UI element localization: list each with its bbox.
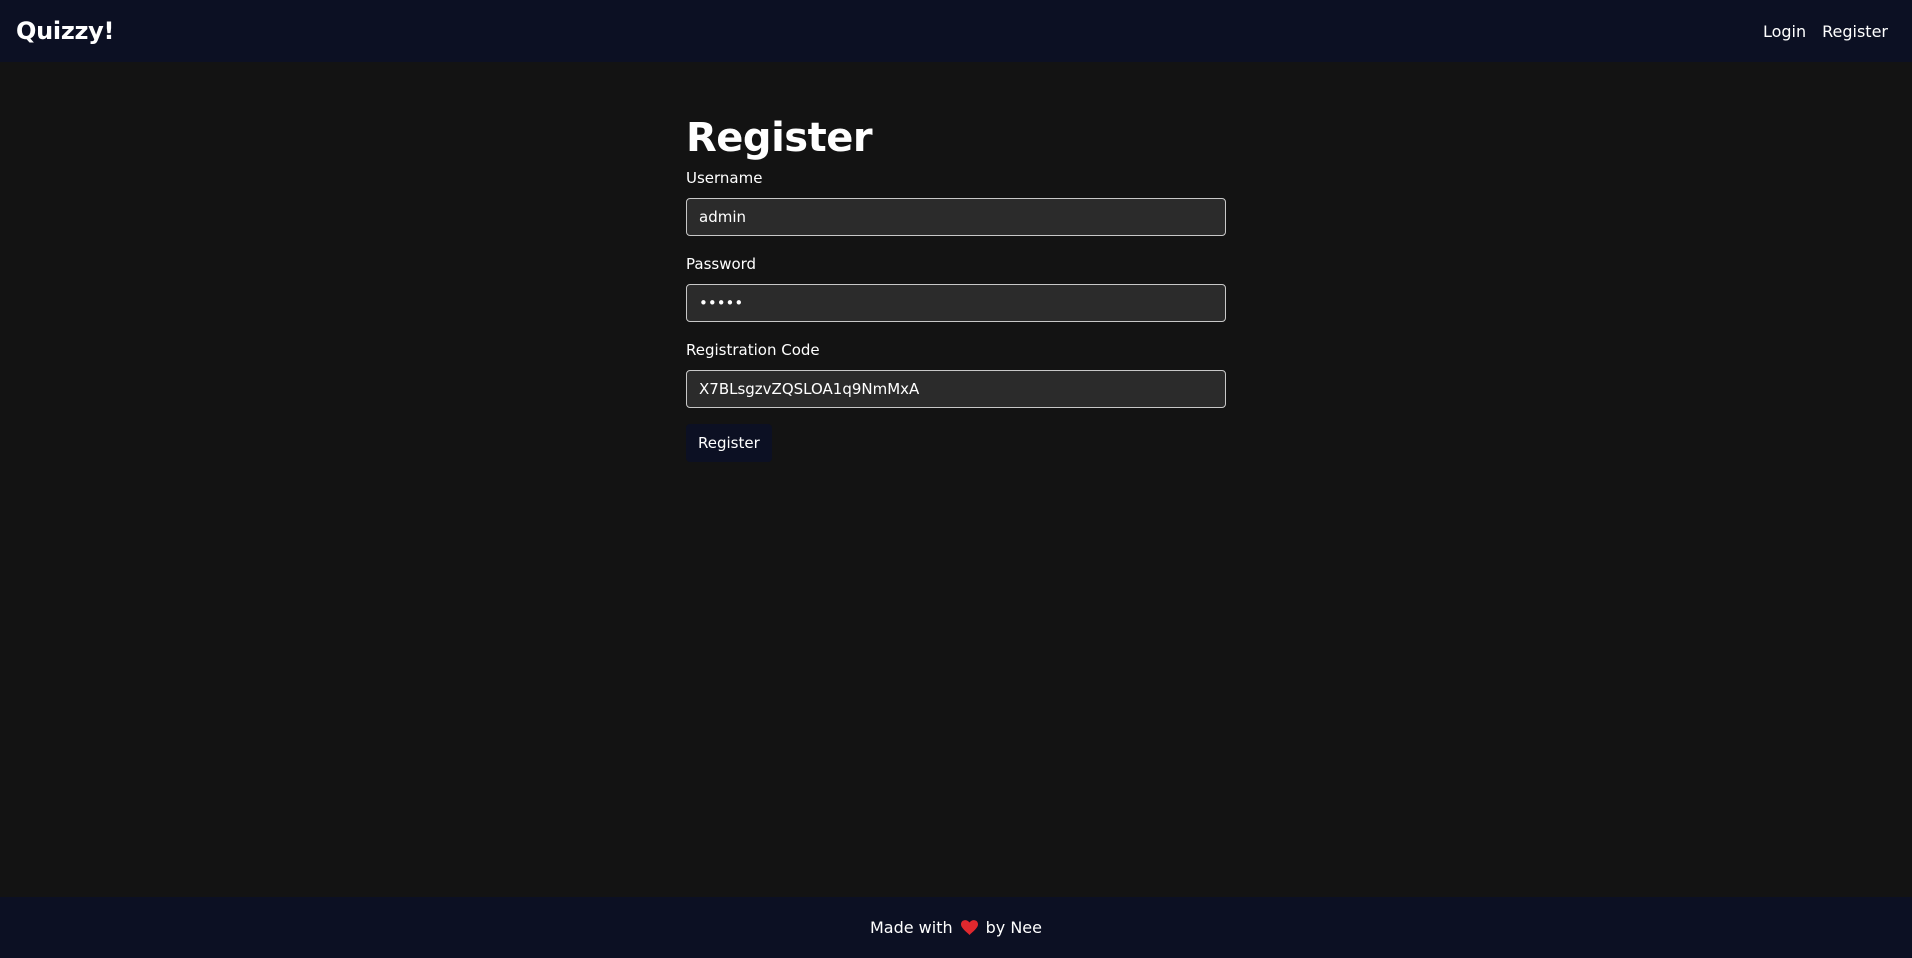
heart-icon: [960, 920, 978, 935]
password-input[interactable]: [686, 284, 1226, 322]
footer: Made with by Nee: [0, 897, 1912, 958]
username-input[interactable]: [686, 198, 1226, 236]
top-navbar: Quizzy! Login Register: [0, 0, 1912, 62]
page-title: Register: [686, 115, 873, 161]
register-form: Register Username Password Registration …: [686, 112, 1226, 462]
register-button[interactable]: Register: [686, 424, 772, 462]
nav-register-link[interactable]: Register: [1822, 22, 1888, 41]
footer-author-text: by Nee: [985, 918, 1042, 937]
password-label: Password: [686, 255, 757, 273]
footer-made-with-text: Made with: [869, 918, 953, 937]
nav-links: Login Register: [1763, 22, 1888, 41]
nav-login-link[interactable]: Login: [1763, 22, 1806, 41]
main-content: Register Username Password Registration …: [0, 62, 1912, 897]
brand-logo-link[interactable]: Quizzy!: [16, 17, 114, 45]
username-label: Username: [686, 169, 763, 187]
registration-code-label: Registration Code: [686, 341, 820, 359]
registration-code-input[interactable]: [686, 370, 1226, 408]
